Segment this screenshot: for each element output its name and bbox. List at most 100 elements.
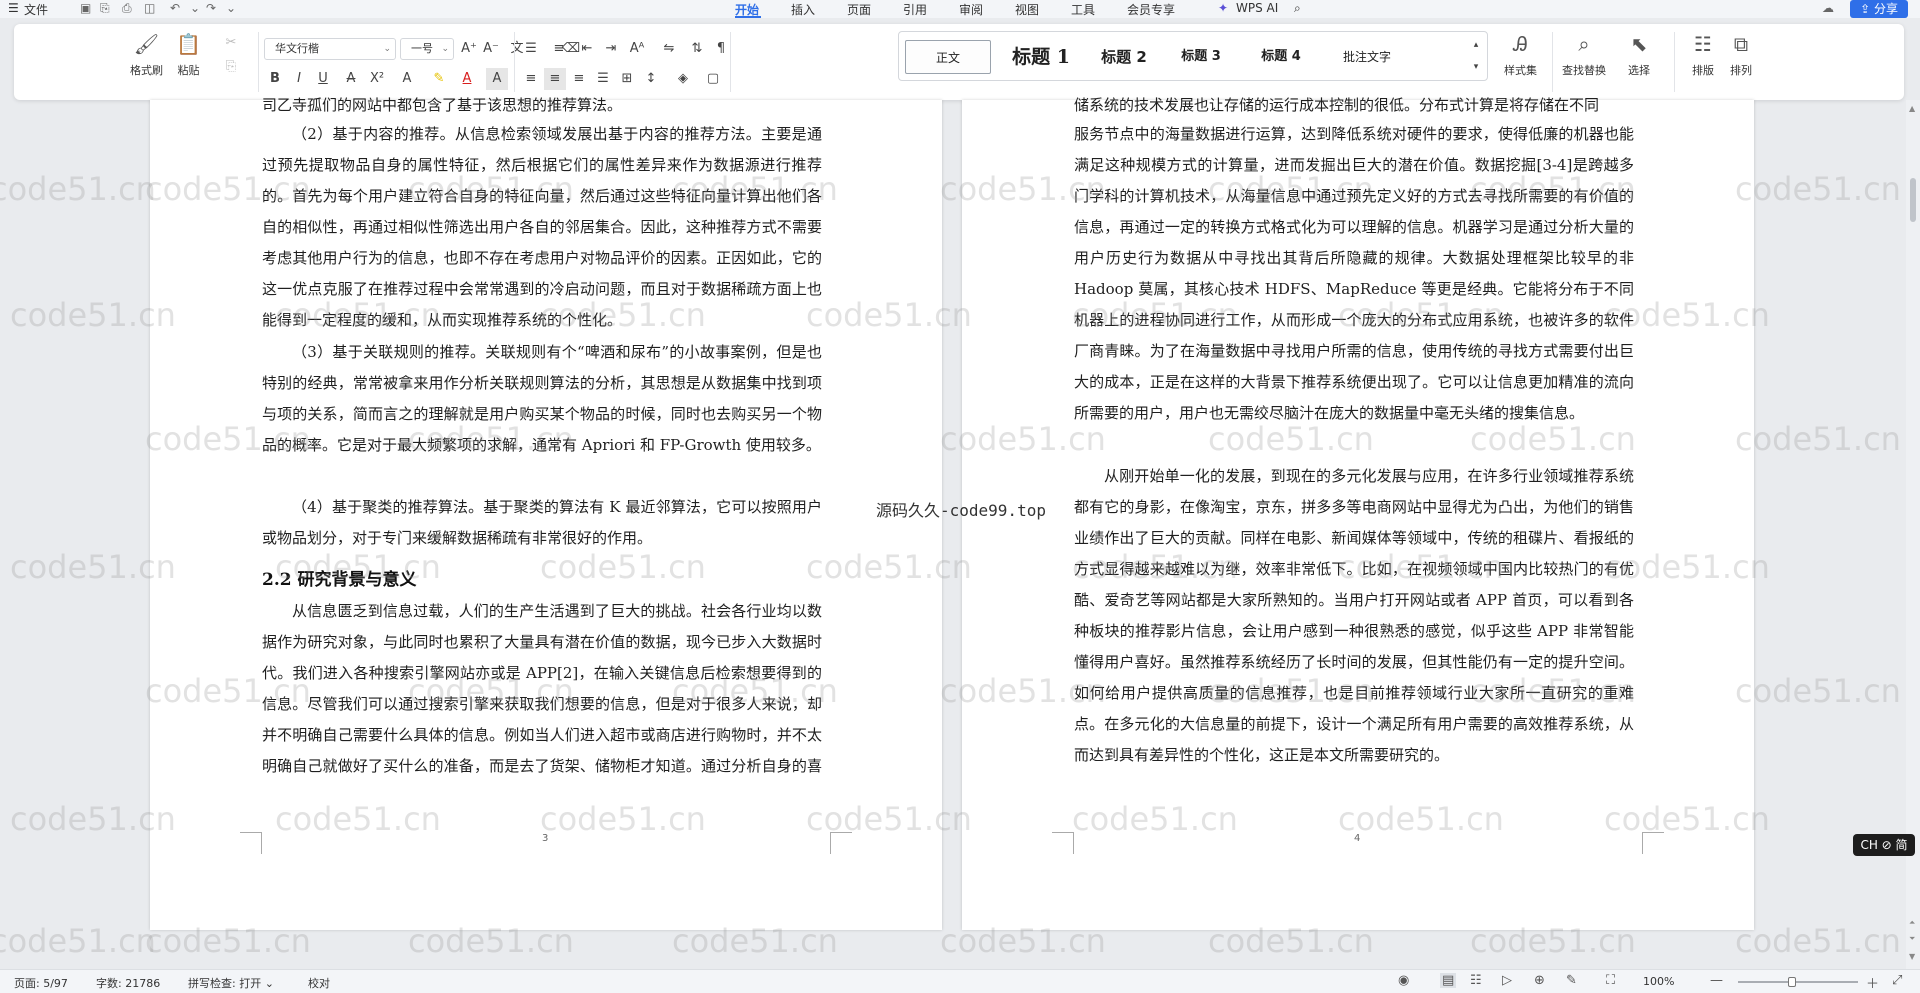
section-heading[interactable]: 2.2 研究背景与意义	[262, 565, 417, 590]
page3-top-fragment[interactable]: 司乙寺孤们的网站中都包含了基于该思想的推荐算法。	[262, 90, 822, 112]
style-heading-4[interactable]: 标题 4	[1249, 40, 1313, 74]
pen-icon[interactable]: ✎	[1566, 973, 1577, 988]
paste-button[interactable]: 📋 粘贴	[176, 32, 201, 78]
chevron-up-icon[interactable]: ▴	[1465, 34, 1487, 56]
wps-ai-icon[interactable]: ✦	[1218, 1, 1228, 15]
share-button[interactable]: ⇪ 分享	[1850, 0, 1908, 18]
indent-icon[interactable]: ⇥	[600, 38, 622, 60]
superscript-icon[interactable]: X²	[366, 68, 388, 90]
text-effect-icon[interactable]: A	[396, 68, 418, 90]
scroll-up-icon[interactable]: ▲	[1909, 104, 1915, 113]
scroll-thumb[interactable]	[1910, 178, 1916, 222]
page3-paragraph-1[interactable]: （2）基于内容的推荐。从信息检索领域发展出基于内容的推荐方法。主要是通过预先提取…	[262, 119, 822, 336]
char-shading-icon[interactable]: A	[486, 68, 508, 90]
print-icon[interactable]: ⎙	[122, 1, 132, 16]
tab-insert[interactable]: 插入	[791, 1, 815, 18]
tab-tools[interactable]: 工具	[1071, 1, 1095, 18]
scroll-down-icon[interactable]: ▼	[1909, 952, 1915, 961]
shrink-font-icon[interactable]: A⁻	[480, 38, 502, 60]
align-right-icon[interactable]: ≡	[568, 68, 590, 90]
arrange-button[interactable]: ⧉ 排列	[1730, 32, 1752, 78]
preview-icon[interactable]: ◫	[144, 1, 155, 15]
page4-top-fragment[interactable]: 储系统的技术发展也让存储的运行成本控制的很低。分布式计算是将存储在不同	[1074, 90, 1634, 112]
eye-protection-icon[interactable]: ◉	[1398, 973, 1409, 988]
menu-icon[interactable]: ☰	[8, 1, 19, 15]
numbered-list-icon[interactable]: ≡	[548, 38, 570, 60]
align-left-icon[interactable]: ≡	[520, 68, 542, 90]
italic-icon[interactable]: I	[288, 68, 310, 90]
redo-dropdown-icon[interactable]: ⌄	[226, 1, 236, 15]
tab-member[interactable]: 会员专享	[1127, 1, 1175, 18]
grow-font-icon[interactable]: A⁺	[458, 38, 480, 60]
zoom-in-icon[interactable]: ＋	[1866, 973, 1879, 992]
prev-page-icon[interactable]: ⏶	[1909, 918, 1915, 928]
cut-icon[interactable]: ✂	[220, 32, 242, 54]
web-view-icon[interactable]: ⊕	[1534, 973, 1545, 988]
play-icon[interactable]: ▷	[1502, 973, 1512, 988]
search-icon[interactable]: ⌕	[1294, 1, 1301, 16]
undo-dropdown-icon[interactable]: ⌄	[190, 1, 200, 15]
tab-review[interactable]: 审阅	[959, 1, 983, 18]
font-size-select[interactable]: 一号 ⌄	[400, 38, 454, 60]
fullscreen-icon[interactable]: ⤢	[1892, 973, 1902, 988]
zoom-slider[interactable]	[1738, 981, 1858, 983]
zoom-out-icon[interactable]: —	[1710, 973, 1723, 988]
page3-paragraph-3[interactable]: （4）基于聚类的推荐算法。基于聚类的算法有 K 最近邻算法，它可以按照用户或物品…	[262, 492, 822, 554]
zoom-slider-handle[interactable]	[1788, 977, 1796, 987]
tab-reference[interactable]: 引用	[903, 1, 927, 18]
undo-icon[interactable]: ↶	[170, 1, 180, 15]
outdent-icon[interactable]: ⇤	[576, 38, 598, 60]
show-marks-icon[interactable]: ¶	[710, 38, 732, 60]
word-count[interactable]: 字数: 21786	[96, 975, 160, 991]
typeset-button[interactable]: ☷ 排版	[1692, 32, 1714, 78]
border-icon[interactable]: ▢	[702, 68, 724, 90]
style-normal[interactable]: 正文	[905, 40, 991, 74]
change-case-icon[interactable]: Aᴬ	[626, 38, 648, 60]
copy-icon[interactable]: ⎘	[220, 56, 242, 78]
wps-ai-button[interactable]: WPS AI	[1236, 1, 1278, 15]
underline-icon[interactable]: U	[312, 68, 334, 90]
line-spacing-icon[interactable]: ↕	[640, 68, 662, 90]
zoom-level[interactable]: 100%	[1643, 975, 1674, 988]
text-direction-icon[interactable]: ⇋	[658, 38, 680, 60]
align-center-icon[interactable]: ≡	[544, 68, 566, 90]
strikethrough-icon[interactable]: A	[340, 68, 362, 90]
format-painter-button[interactable]: 🖌 格式刷	[130, 32, 163, 78]
outline-view-icon[interactable]: ☷	[1470, 973, 1482, 988]
sort-icon[interactable]: ⇅	[686, 38, 708, 60]
tab-view[interactable]: 视图	[1015, 1, 1039, 18]
fit-page-icon[interactable]: ⛶	[1606, 973, 1615, 988]
next-page-icon[interactable]: ⏷	[1909, 934, 1915, 944]
style-set-button[interactable]: Ꭿ 样式集	[1504, 32, 1537, 78]
page3-paragraph-4[interactable]: 从信息匮乏到信息过载，人们的生产生活遇到了巨大的挑战。社会各行业均以数据作为研究…	[262, 596, 822, 782]
chevron-down-icon[interactable]: ▾	[1465, 56, 1487, 78]
page-indicator[interactable]: 页面: 5/97	[14, 975, 68, 991]
page-view-icon[interactable]: ▤	[1440, 973, 1457, 988]
style-comment-text[interactable]: 批注文字	[1327, 40, 1407, 74]
font-color-icon[interactable]: A	[456, 68, 478, 90]
export-icon[interactable]: ⎘	[100, 1, 110, 16]
tab-page[interactable]: 页面	[847, 1, 871, 18]
cloud-icon[interactable]: ☁	[1822, 1, 1834, 15]
ime-indicator[interactable]: CH ⊘ 简	[1853, 834, 1915, 856]
shading-icon[interactable]: ◈	[672, 68, 694, 90]
spell-check-toggle[interactable]: 拼写检查: 打开 ⌄	[188, 975, 274, 991]
page4-paragraph-2[interactable]: 从刚开始单一化的发展，到现在的多元化发展与应用，在许多行业领域推荐系统都有它的身…	[1074, 461, 1634, 771]
bold-icon[interactable]: B	[264, 68, 286, 90]
page3-paragraph-2[interactable]: （3）基于关联规则的推荐。关联规则有个“啤酒和尿布”的小故事案例，但是也特别的经…	[262, 337, 822, 461]
style-heading-2[interactable]: 标题 2	[1089, 40, 1159, 74]
distribute-icon[interactable]: ⊞	[616, 68, 638, 90]
find-replace-button[interactable]: ⌕ 查找替换	[1562, 32, 1606, 78]
file-menu[interactable]: 文件	[24, 1, 48, 18]
style-heading-3[interactable]: 标题 3	[1169, 40, 1233, 74]
select-button[interactable]: ⬉ 选择	[1628, 32, 1650, 78]
page4-paragraph-1[interactable]: 服务节点中的海量数据进行运算，达到降低系统对硬件的要求，使得低廉的机器也能满足这…	[1074, 119, 1634, 429]
justify-icon[interactable]: ☰	[592, 68, 614, 90]
highlight-icon[interactable]: ✎	[428, 68, 450, 90]
font-name-select[interactable]: 华文行楷 ⌄	[264, 38, 396, 60]
redo-icon[interactable]: ↷	[206, 1, 216, 15]
bullet-list-icon[interactable]: ☰	[520, 38, 542, 60]
style-heading-1[interactable]: 标题 1	[1003, 40, 1079, 74]
proofread-button[interactable]: 校对	[308, 975, 330, 991]
save-icon[interactable]: ▣	[80, 1, 91, 15]
